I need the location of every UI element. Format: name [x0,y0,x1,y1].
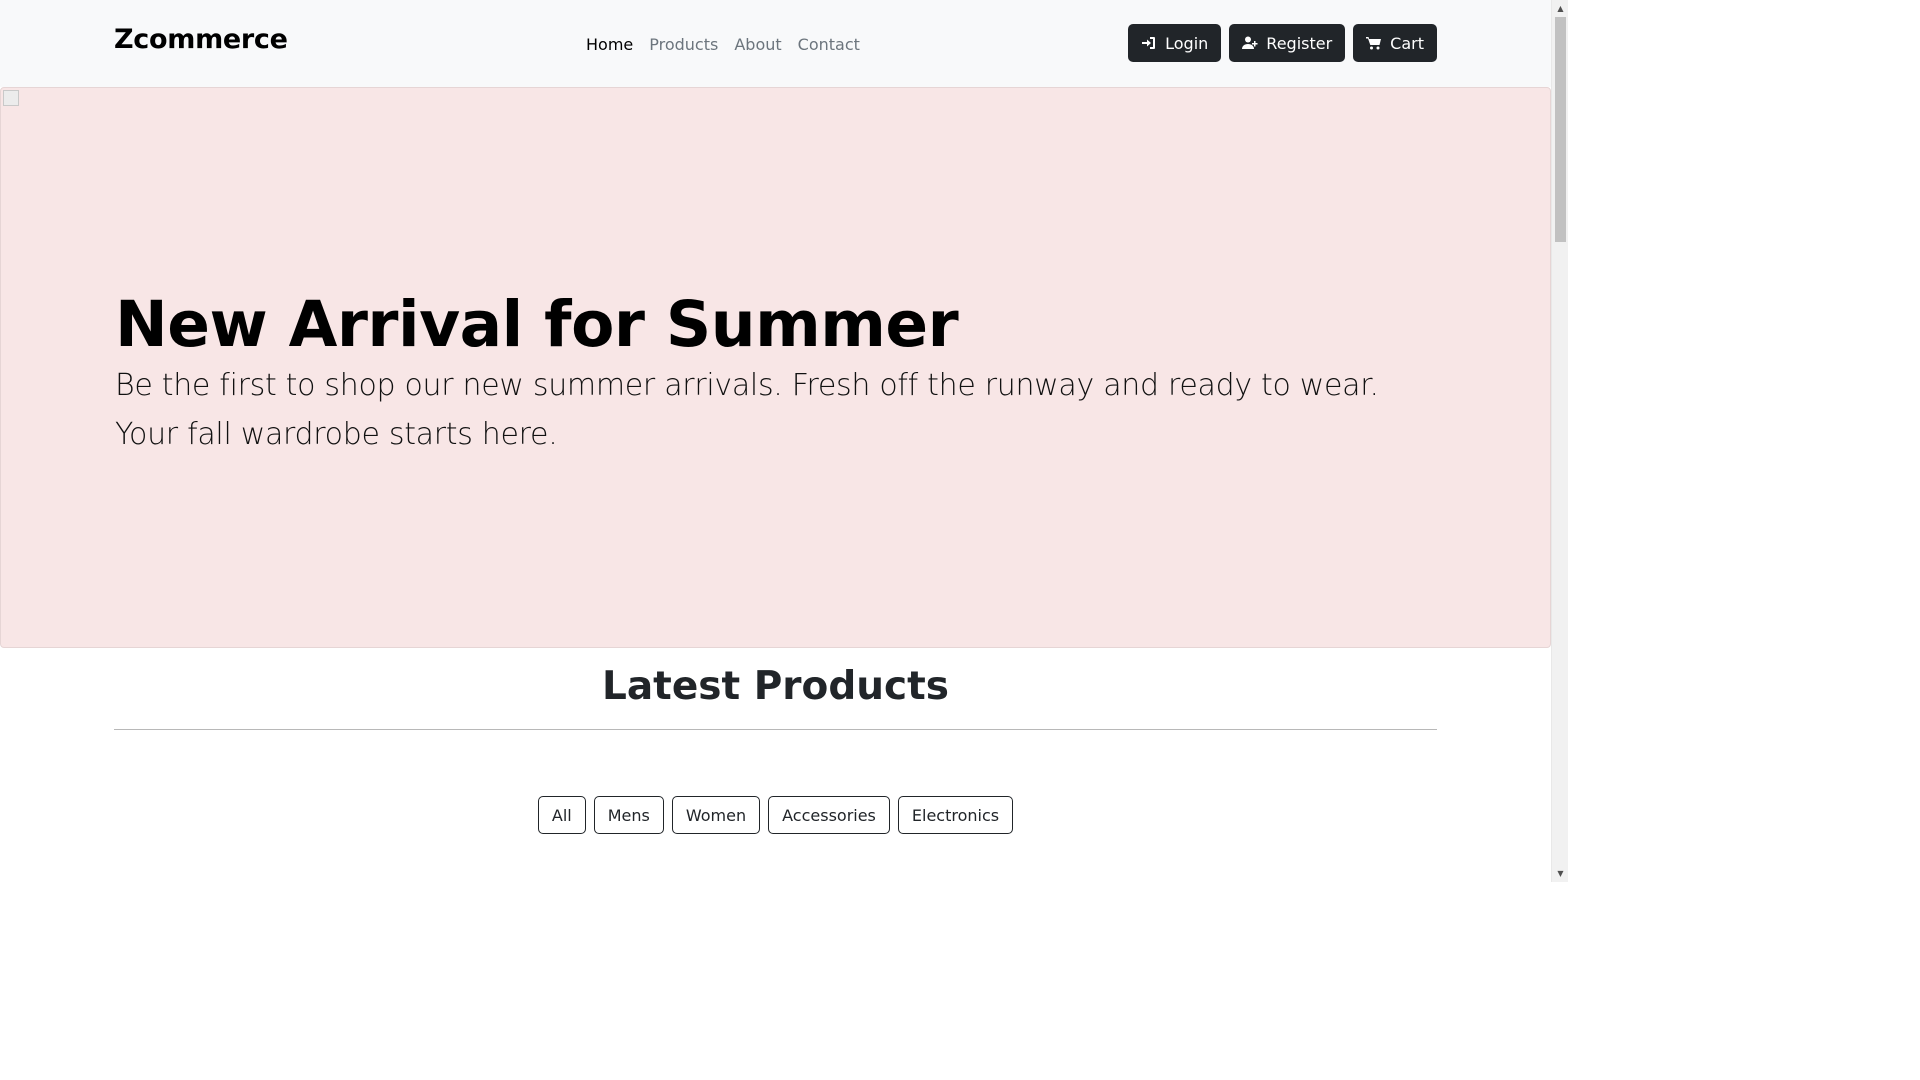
filter-mens-button[interactable]: Mens [593,796,664,834]
latest-products-title: Latest Products [602,664,949,709]
scroll-down-arrow-icon[interactable]: ▼ [1552,865,1569,882]
cart-icon [1366,37,1382,50]
nav-links: Home Products About Contact [578,30,868,58]
hero-description: Be the first to shop our new summer arri… [115,368,1379,452]
nav-link-home[interactable]: Home [578,35,641,54]
nav-link-about[interactable]: About [726,35,789,54]
filter-electronics-button[interactable]: Electronics [897,796,1014,834]
category-filters: All Mens Women Accessories Electronics [0,796,1551,834]
hero-banner: New Arrival for Summer Be the first to s… [0,87,1551,648]
register-button[interactable]: Register [1229,24,1346,62]
filter-all-button[interactable]: All [537,796,586,834]
login-label: Login [1165,33,1209,53]
section-divider [114,729,1437,730]
register-label: Register [1266,33,1333,53]
nav-link-products[interactable]: Products [641,35,726,54]
scrollbar-thumb[interactable] [1555,17,1566,242]
brand-logo[interactable]: Zcommerce [114,24,288,55]
user-plus-icon [1242,36,1258,49]
vertical-scrollbar[interactable]: ▲ ▼ [1551,0,1568,882]
filter-accessories-button[interactable]: Accessories [768,796,890,834]
nav-link-contact[interactable]: Contact [790,35,868,54]
filter-women-button[interactable]: Women [671,796,761,834]
page-viewport: Zcommerce Home Products About Contact Lo… [0,0,1551,882]
cart-label: Cart [1390,33,1424,53]
scroll-up-arrow-icon[interactable]: ▲ [1552,0,1569,17]
login-button[interactable]: Login [1128,24,1222,62]
hero-title: New Arrival for Summer [115,288,959,361]
navbar: Zcommerce Home Products About Contact Lo… [0,0,1551,87]
sign-in-icon [1142,37,1156,49]
cart-button[interactable]: Cart [1353,24,1437,62]
broken-image-icon [3,90,19,106]
nav-actions: Login Register Cart [1128,24,1437,62]
